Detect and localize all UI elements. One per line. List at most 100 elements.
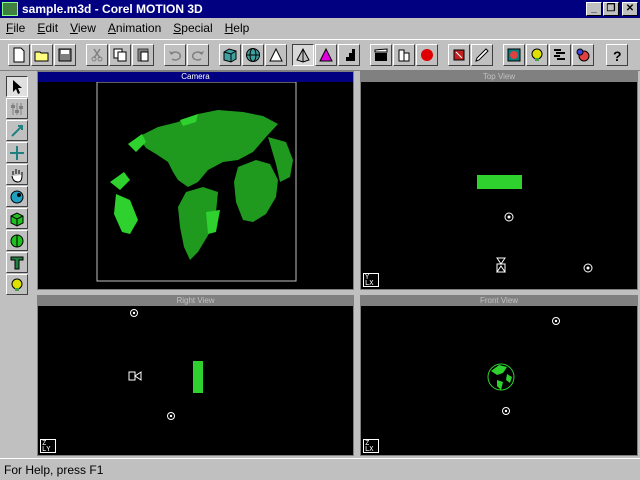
- green-sphere-icon: [10, 234, 24, 247]
- camera-viewport-canvas[interactable]: [38, 82, 353, 289]
- top-viewport-canvas[interactable]: Y LX: [361, 82, 637, 289]
- front-viewport-canvas[interactable]: Z LX: [361, 306, 637, 455]
- clapperboard-icon: [374, 48, 388, 61]
- extrude-primitive-button[interactable]: [315, 44, 337, 66]
- menu-help[interactable]: Help: [219, 21, 256, 35]
- paste-button[interactable]: [132, 44, 154, 66]
- close-button[interactable]: ✕: [622, 2, 638, 16]
- animation-clapper-button[interactable]: [370, 44, 392, 66]
- redo-button[interactable]: [187, 44, 209, 66]
- camera-tool-button[interactable]: [6, 186, 28, 207]
- menu-edit[interactable]: Edit: [31, 21, 64, 35]
- help-button[interactable]: ?: [606, 44, 628, 66]
- new-file-button[interactable]: [8, 44, 30, 66]
- film-building-icon: [398, 49, 410, 62]
- light-icon: [502, 407, 510, 415]
- light-icon: [552, 317, 560, 325]
- light-icon: [583, 263, 593, 273]
- stairs-icon: [343, 49, 355, 61]
- menu-file[interactable]: File: [0, 21, 31, 35]
- render-button[interactable]: [393, 44, 415, 66]
- camera-scene: [96, 82, 297, 282]
- top-viewport-title: Top View: [361, 72, 637, 82]
- sliders-icon: [11, 102, 23, 115]
- record-button[interactable]: [416, 44, 438, 66]
- copy-icon: [113, 48, 127, 62]
- question-icon: ?: [613, 48, 622, 63]
- cone-primitive-button[interactable]: [265, 44, 287, 66]
- top-scene: [477, 175, 593, 273]
- menu-special[interactable]: Special: [167, 21, 218, 35]
- window-title: sample.m3d - Corel MOTION 3D: [22, 2, 203, 16]
- globe-camera-icon: [10, 190, 24, 203]
- front-viewport-title: Front View: [361, 296, 637, 306]
- front-scene: [487, 317, 560, 415]
- menu-animation[interactable]: Animation: [102, 21, 167, 35]
- new-file-icon: [13, 47, 25, 63]
- globe-object-front: [487, 363, 515, 391]
- save-disk-icon: [58, 48, 72, 62]
- camera-viewport-title: Camera: [38, 72, 353, 82]
- lathe-primitive-button[interactable]: [338, 44, 360, 66]
- timeline-button[interactable]: [549, 44, 571, 66]
- hand-tool-button[interactable]: [6, 164, 28, 185]
- light-icon: [504, 212, 514, 222]
- explode-button[interactable]: [572, 44, 594, 66]
- material-button[interactable]: [503, 44, 525, 66]
- rotate-icon: [11, 124, 23, 137]
- open-file-button[interactable]: [31, 44, 53, 66]
- rotate-tool-button[interactable]: [6, 120, 28, 141]
- menu-view[interactable]: View: [64, 21, 102, 35]
- motion-tool-button[interactable]: [471, 44, 493, 66]
- right-viewport[interactable]: Right View Z LY: [37, 295, 354, 456]
- restore-button[interactable]: ❐: [603, 2, 619, 16]
- scissors-icon: [91, 48, 103, 62]
- move-tool-button[interactable]: [6, 142, 28, 163]
- right-scene: [128, 309, 203, 420]
- globe-object-top: [477, 175, 522, 189]
- right-viewport-title: Right View: [38, 296, 353, 306]
- copy-button[interactable]: [109, 44, 131, 66]
- svg-text:?: ?: [613, 48, 622, 63]
- explode-icon: [576, 48, 590, 62]
- camera-object-icon: [128, 371, 142, 381]
- sphere-primitive-button[interactable]: [242, 44, 264, 66]
- pyramid-primitive-button[interactable]: [292, 44, 314, 66]
- sphere-tool-button[interactable]: [6, 230, 28, 251]
- title-bar[interactable]: sample.m3d - Corel MOTION 3D _ ❐ ✕: [0, 0, 640, 18]
- record-icon: [421, 49, 433, 61]
- light-icon: [167, 412, 175, 420]
- path-tool-button[interactable]: [448, 44, 470, 66]
- globe-continents: [110, 110, 293, 260]
- top-viewport[interactable]: Top View Y LX: [360, 71, 638, 290]
- select-tool-button[interactable]: [6, 76, 28, 97]
- save-button[interactable]: [54, 44, 76, 66]
- path-tool-icon: [453, 49, 465, 61]
- cube-icon: [223, 48, 237, 63]
- cube-tool-button[interactable]: [6, 208, 28, 229]
- minimize-button[interactable]: _: [586, 2, 602, 16]
- cube-primitive-button[interactable]: [219, 44, 241, 66]
- lightbulb-icon: [531, 48, 543, 61]
- status-bar: For Help, press F1: [0, 458, 640, 480]
- axis-indicator: Y LX: [363, 273, 379, 287]
- hand-icon: [11, 168, 23, 183]
- undo-button[interactable]: [164, 44, 186, 66]
- toolbar: ?: [0, 39, 640, 71]
- light-tool-button[interactable]: [6, 274, 28, 295]
- pencil-icon: [475, 48, 489, 62]
- camera-object-icon: [496, 257, 506, 273]
- cut-button[interactable]: [86, 44, 108, 66]
- redo-arrow-icon: [191, 51, 204, 61]
- undo-arrow-icon: [169, 51, 182, 61]
- right-viewport-canvas[interactable]: Z LY: [38, 306, 353, 455]
- front-viewport[interactable]: Front View Z LX: [360, 295, 638, 456]
- equalizer-tool-button[interactable]: [6, 98, 28, 119]
- timeline-icon: [554, 49, 565, 60]
- text-t-icon: [10, 256, 24, 269]
- camera-viewport[interactable]: Camera: [37, 71, 354, 290]
- app-icon[interactable]: [2, 2, 18, 16]
- move-icon: [10, 145, 24, 160]
- light-button[interactable]: [526, 44, 548, 66]
- text-tool-button[interactable]: [6, 252, 28, 273]
